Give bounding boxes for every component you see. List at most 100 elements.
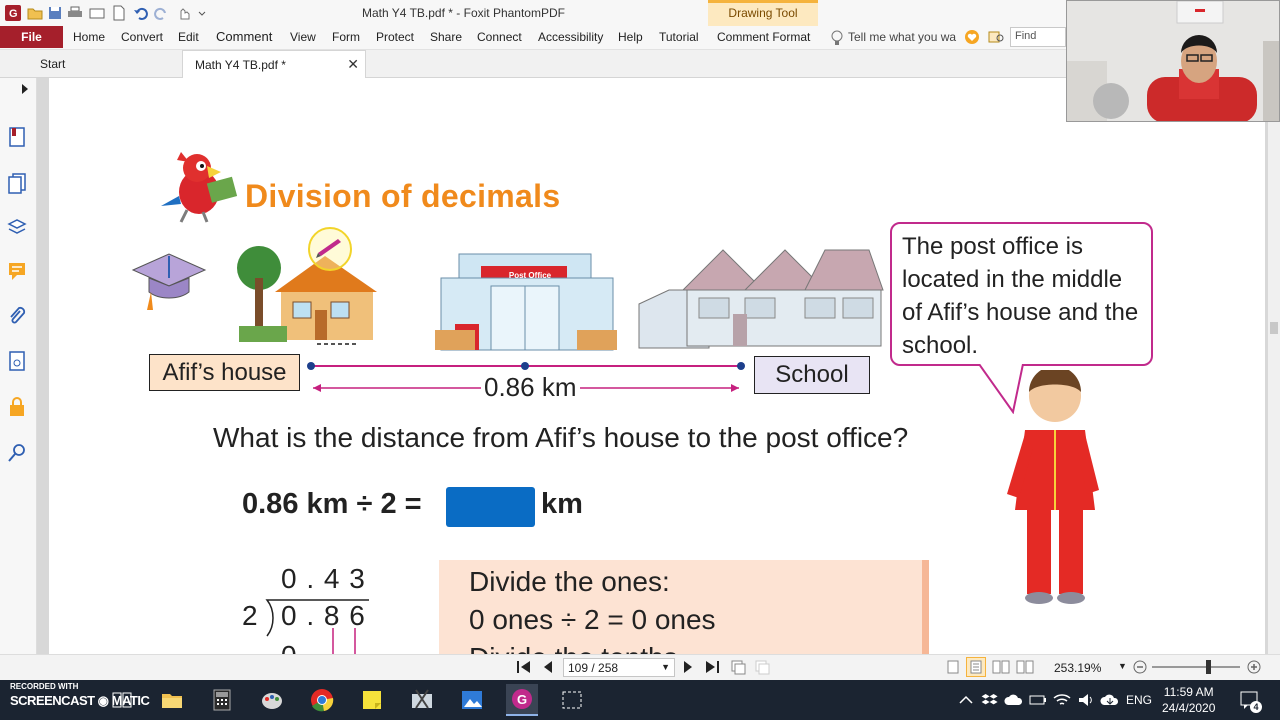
page-heading: Division of decimals: [245, 178, 561, 214]
tab-start[interactable]: Start: [40, 50, 65, 78]
scrollbar-thumb[interactable]: [1270, 322, 1278, 334]
menu-protect[interactable]: Protect: [376, 30, 414, 44]
notification-count-badge: 4: [1250, 701, 1262, 713]
menu-edit[interactable]: Edit: [178, 30, 199, 44]
pdf-page[interactable]: Division of decimals Post Office Afif’s …: [49, 78, 1265, 654]
show-hidden-icons-icon[interactable]: [956, 690, 980, 714]
search-tools-icon[interactable]: [7, 442, 29, 464]
expand-pane-arrow-icon[interactable]: [20, 82, 32, 104]
close-tab-icon[interactable]: ✕: [347, 56, 359, 73]
print-icon[interactable]: [66, 4, 84, 22]
speech-bubble: The post office is located in the middle…: [890, 222, 1153, 366]
zoom-level[interactable]: 253.19%: [1054, 661, 1101, 675]
facing-view-icon[interactable]: [992, 660, 1010, 674]
next-view-icon[interactable]: [754, 659, 770, 675]
menu-connect[interactable]: Connect: [477, 30, 522, 44]
calculator-icon[interactable]: [210, 688, 234, 712]
next-page-icon[interactable]: [682, 660, 694, 674]
input-language[interactable]: ENG: [1126, 693, 1152, 707]
scan-icon[interactable]: [88, 4, 106, 22]
sticky-notes-icon[interactable]: [360, 688, 384, 712]
clock-date: 24/4/2020: [1162, 701, 1216, 715]
last-page-icon[interactable]: [704, 660, 720, 674]
single-page-view-icon[interactable]: [946, 660, 960, 674]
zoom-slider-track[interactable]: [1152, 666, 1240, 668]
screen-capture-icon[interactable]: [560, 688, 584, 712]
boy-character-image: [1005, 370, 1105, 610]
first-page-icon[interactable]: [516, 660, 532, 674]
menu-view[interactable]: View: [290, 30, 316, 44]
equation-text: 0.86 km ÷ 2 =: [242, 488, 422, 520]
wifi-icon[interactable]: [1052, 690, 1076, 714]
dropbox-icon[interactable]: [980, 690, 1004, 714]
drawing-tool-context-tab[interactable]: Drawing Tool: [708, 0, 818, 26]
redo-icon[interactable]: [152, 4, 170, 22]
step-3: Divide the tenths: [469, 642, 678, 654]
menu-form[interactable]: Form: [332, 30, 360, 44]
menu-home[interactable]: Home: [73, 30, 105, 44]
zoom-in-icon[interactable]: [1246, 659, 1262, 675]
signature-icon[interactable]: [7, 350, 29, 372]
afif-house-label: Afif’s house: [149, 354, 300, 391]
menu-share[interactable]: Share: [430, 30, 462, 44]
open-folder-icon[interactable]: [26, 4, 44, 22]
system-clock[interactable]: 11:59 AM 24/4/2020: [1162, 684, 1215, 716]
menu-accessibility[interactable]: Accessibility: [538, 30, 603, 44]
graduation-cap-icon: [131, 248, 211, 314]
onedrive-icon[interactable]: [1004, 690, 1028, 714]
partial-result: 0: [281, 640, 297, 654]
page-dropdown-icon[interactable]: ▼: [661, 662, 670, 672]
layers-icon[interactable]: [7, 216, 29, 238]
webcam-overlay: [1066, 0, 1280, 122]
tab-document[interactable]: Math Y4 TB.pdf * ✕: [182, 50, 366, 78]
continuous-view-icon[interactable]: [966, 657, 986, 677]
steps-box: Divide the ones: 0 ones ÷ 2 = 0 ones Div…: [439, 560, 929, 654]
previous-view-icon[interactable]: [730, 659, 746, 675]
menu-help[interactable]: Help: [618, 30, 643, 44]
page-thumbnails-icon[interactable]: [7, 172, 29, 194]
question-text: What is the distance from Afif’s house t…: [213, 422, 909, 453]
new-document-icon[interactable]: [110, 4, 128, 22]
page-number-input[interactable]: 109 / 258 ▼: [563, 658, 675, 677]
file-menu-button[interactable]: File: [0, 26, 63, 48]
menu-convert[interactable]: Convert: [121, 30, 163, 44]
undo-icon[interactable]: [132, 4, 150, 22]
find-input[interactable]: Find: [1010, 27, 1066, 47]
file-explorer-icon[interactable]: [160, 688, 184, 712]
menu-comment-format[interactable]: Comment Format: [717, 30, 810, 44]
photos-icon[interactable]: [460, 688, 484, 712]
hand-tool-icon[interactable]: [176, 4, 210, 22]
attachment-icon[interactable]: [7, 306, 29, 328]
step-2: 0 ones ÷ 2 = 0 ones: [469, 604, 716, 635]
tell-me-search[interactable]: Tell me what you wa: [848, 30, 956, 44]
zoom-slider-handle[interactable]: [1206, 660, 1211, 674]
paint-icon[interactable]: [260, 688, 284, 712]
save-icon[interactable]: [46, 4, 64, 22]
find-options-icon[interactable]: [988, 29, 1006, 45]
menu-comment[interactable]: Comment: [216, 29, 272, 44]
zoom-dropdown-icon[interactable]: ▼: [1118, 661, 1127, 671]
bookmark-icon[interactable]: [7, 126, 29, 148]
comments-icon[interactable]: [7, 260, 29, 282]
bring-down-marks: [329, 628, 359, 654]
school-image: [635, 248, 889, 350]
windows-taskbar: RECORDED WITH SCREENCAST ◉ MATIC G ENG 1…: [0, 680, 1280, 720]
snipping-tool-icon[interactable]: [410, 688, 434, 712]
battery-icon[interactable]: [1028, 690, 1052, 714]
foxit-taskbar-icon[interactable]: G: [506, 684, 538, 716]
zoom-out-icon[interactable]: [1132, 659, 1148, 675]
previous-page-icon[interactable]: [542, 660, 554, 674]
security-lock-icon[interactable]: [7, 396, 29, 418]
document-view[interactable]: Division of decimals Post Office Afif’s …: [37, 78, 1268, 654]
task-view-icon[interactable]: [110, 688, 134, 712]
equation-unit: km: [541, 488, 583, 520]
volume-icon[interactable]: [1076, 690, 1100, 714]
chrome-icon[interactable]: [310, 688, 334, 712]
status-bar: 109 / 258 ▼ 253.19% ▼: [0, 654, 1280, 680]
vertical-scrollbar[interactable]: [1268, 78, 1280, 654]
continuous-facing-view-icon[interactable]: [1016, 660, 1034, 674]
foxit-logo-icon: G: [4, 4, 22, 22]
menu-tutorial[interactable]: Tutorial: [659, 30, 699, 44]
feedback-heart-icon[interactable]: [964, 29, 980, 45]
cloud-sync-icon[interactable]: [1100, 690, 1124, 714]
